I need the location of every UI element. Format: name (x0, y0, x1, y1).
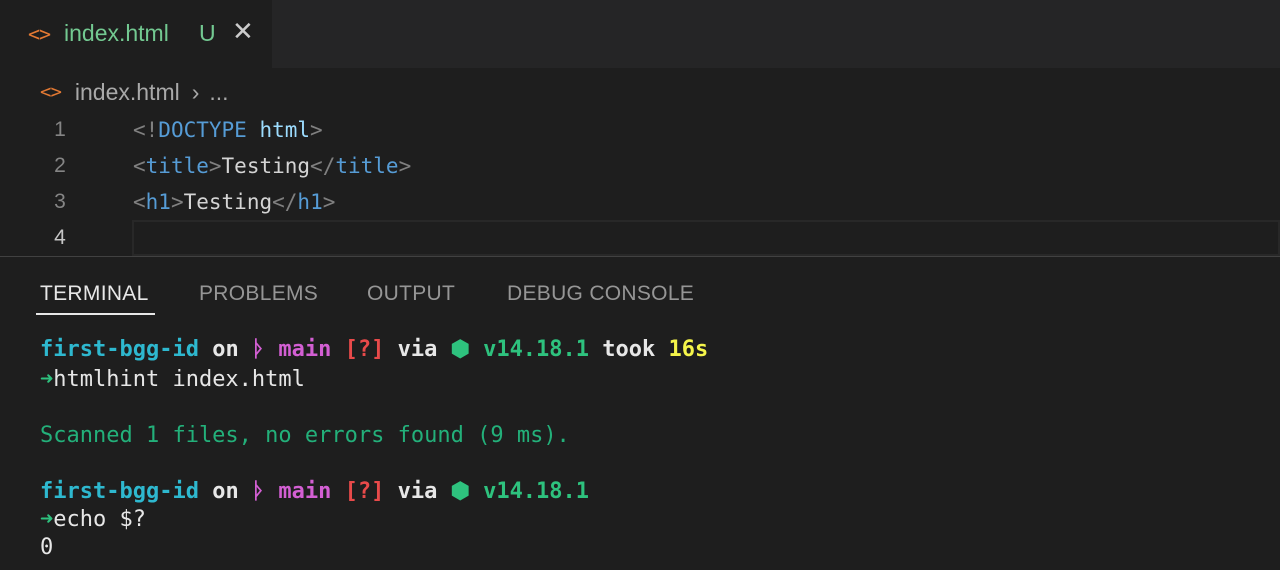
active-tab-indicator (36, 313, 155, 315)
code-token: DOCTYPE (158, 118, 247, 142)
prompt-arrow-icon: ➜ (40, 367, 54, 392)
nodejs-icon: ⬢ (450, 479, 470, 504)
code-token: title (335, 154, 399, 178)
prompt-directory: first-bgg-id (40, 479, 199, 504)
terminal-prompt-line: first-bgg-id on ᚦ main [?] via ⬢ v14.18.… (40, 336, 708, 364)
terminal-command-line: ➜echo $? (40, 506, 146, 534)
code-token: < (133, 190, 146, 214)
prompt-text: via (384, 337, 451, 362)
tab-terminal[interactable]: TERMINAL (40, 282, 149, 306)
line-number: 1 (54, 118, 66, 141)
breadcrumb: <> index.html › ... (40, 78, 229, 106)
code-token: html (259, 118, 311, 142)
code-token: > (322, 190, 336, 214)
code-token: </ (272, 190, 298, 214)
terminal-output: 0 (40, 535, 54, 560)
code-line-current[interactable]: 4 (0, 220, 1280, 256)
prompt-node-version: v14.18.1 (469, 479, 590, 504)
line-number: 3 (54, 190, 66, 213)
nodejs-icon: ⬢ (450, 337, 470, 362)
code-line[interactable]: 3 <h1>Testing</h1> (0, 184, 1280, 220)
prompt-git-status: [?] (344, 337, 385, 362)
terminal-command: htmlhint index.html (53, 367, 305, 392)
prompt-text: on (198, 337, 252, 362)
close-icon[interactable]: ✕ (232, 17, 254, 47)
code-line[interactable]: 1 <!DOCTYPE html> (0, 112, 1280, 148)
prompt-text: on (198, 479, 252, 504)
code-token: title (145, 154, 209, 178)
line-number: 2 (54, 154, 66, 177)
code-token: <! (133, 118, 159, 142)
prompt-duration: 16s (668, 337, 709, 362)
prompt-directory: first-bgg-id (40, 337, 199, 362)
code-token: h1 (297, 190, 323, 214)
breadcrumb-more[interactable]: ... (209, 79, 228, 106)
prompt-node-version: v14.18.1 (469, 337, 590, 362)
tab-problems[interactable]: PROBLEMS (199, 282, 318, 306)
chevron-right-icon: › (191, 78, 200, 105)
html-file-icon: <> (28, 22, 51, 46)
terminal-output: Scanned 1 files, no errors found (9 ms). (40, 423, 570, 448)
terminal-prompt-line: first-bgg-id on ᚦ main [?] via ⬢ v14.18.… (40, 478, 589, 506)
tab-index-html[interactable]: <> index.html U ✕ (0, 0, 272, 68)
code-token: > (398, 154, 412, 178)
terminal-command-line: ➜htmlhint index.html (40, 366, 305, 394)
prompt-arrow-icon: ➜ (40, 507, 54, 532)
tab-filename: index.html (64, 20, 169, 46)
code-token: Testing (221, 154, 311, 178)
html-file-icon: <> (40, 81, 62, 103)
code-token: </ (310, 154, 336, 178)
prompt-branch: main (265, 479, 345, 504)
code-editor[interactable]: 1 <!DOCTYPE html> 2 <title>Testing</titl… (0, 112, 1280, 256)
git-branch-icon: ᚦ (251, 479, 266, 504)
editor-tab-bar: <> index.html U ✕ (0, 0, 1280, 68)
prompt-git-status: [?] (344, 479, 385, 504)
untracked-badge: U (199, 20, 216, 46)
terminal-output-line: Scanned 1 files, no errors found (9 ms). (40, 422, 570, 450)
code-token: > (310, 118, 323, 142)
prompt-text: took (589, 337, 669, 362)
prompt-branch: main (265, 337, 345, 362)
code-token: < (133, 154, 146, 178)
breadcrumb-file[interactable]: index.html (75, 79, 180, 106)
panel-tab-bar: TERMINAL PROBLEMS OUTPUT DEBUG CONSOLE (0, 257, 1280, 317)
code-token: > (208, 154, 222, 178)
terminal-output-line: 0 (40, 534, 53, 562)
tab-output[interactable]: OUTPUT (367, 282, 455, 306)
code-token: Testing (183, 190, 273, 214)
prompt-text: via (384, 479, 451, 504)
current-line-highlight (132, 220, 1280, 256)
code-line[interactable]: 2 <title>Testing</title> (0, 148, 1280, 184)
code-token: h1 (145, 190, 171, 214)
tab-debug-console[interactable]: DEBUG CONSOLE (507, 282, 694, 306)
terminal-command: echo $? (53, 507, 146, 532)
git-branch-icon: ᚦ (251, 337, 266, 362)
code-token: > (170, 190, 184, 214)
line-number: 4 (54, 226, 66, 249)
